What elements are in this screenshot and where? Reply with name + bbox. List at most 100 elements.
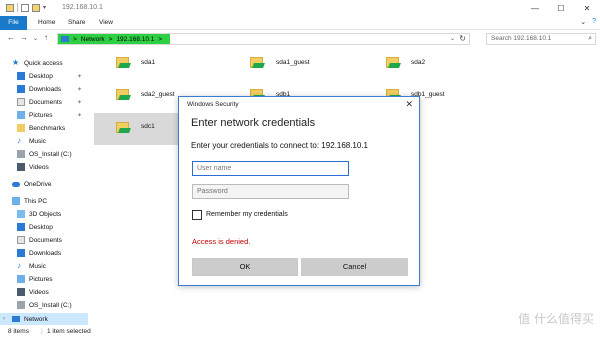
properties-icon[interactable] bbox=[21, 3, 29, 12]
expand-chevron-icon[interactable]: › bbox=[3, 316, 5, 322]
address-dropdown-icon[interactable]: ⌄ bbox=[450, 35, 455, 42]
error-message: Access is denied. bbox=[192, 237, 251, 246]
nav-this-pc[interactable]: This PC bbox=[0, 195, 88, 207]
help-icon[interactable]: ? bbox=[592, 18, 596, 26]
nav-pc-downloads[interactable]: Downloads bbox=[0, 247, 88, 259]
back-arrow-icon[interactable]: ← bbox=[7, 33, 15, 42]
username-field[interactable] bbox=[192, 161, 349, 176]
breadcrumb-host[interactable]: 192.168.10.1 bbox=[116, 36, 154, 43]
quick-access-toolbar-dropdown-icon[interactable]: ▾ bbox=[43, 4, 46, 11]
forward-arrow-icon[interactable]: → bbox=[20, 33, 28, 42]
ok-button[interactable]: OK bbox=[192, 258, 298, 276]
nav-label: Music bbox=[29, 137, 46, 145]
tab-home[interactable]: Home bbox=[38, 16, 55, 30]
folder-label[interactable]: sda2 bbox=[411, 59, 425, 66]
nav-label: Videos bbox=[29, 288, 49, 296]
shared-folder-icon[interactable] bbox=[116, 86, 132, 100]
new-folder-icon[interactable] bbox=[32, 3, 40, 12]
video-icon bbox=[17, 163, 25, 171]
tab-file[interactable]: File bbox=[0, 16, 27, 30]
tab-view[interactable]: View bbox=[99, 16, 113, 30]
nav-label: Downloads bbox=[29, 85, 62, 93]
document-icon bbox=[17, 236, 25, 244]
pin-icon[interactable]: ✦ bbox=[77, 112, 82, 119]
status-separator: | bbox=[41, 328, 43, 335]
star-icon: ★ bbox=[12, 58, 20, 67]
refresh-icon[interactable]: ↻ bbox=[459, 34, 466, 43]
nav-quick-downloads[interactable]: Downloads ✦ bbox=[0, 83, 88, 95]
nav-quick-videos[interactable]: Videos bbox=[0, 161, 88, 173]
cancel-button[interactable]: Cancel bbox=[301, 258, 408, 276]
download-icon bbox=[17, 85, 25, 93]
folder-label[interactable]: sda2_guest bbox=[141, 91, 175, 98]
nav-label: Videos bbox=[29, 163, 49, 171]
nav-label: Desktop bbox=[29, 72, 53, 80]
maximize-button[interactable]: ☐ bbox=[548, 0, 574, 16]
nav-pc-os-install[interactable]: OS_Install (C:) bbox=[0, 299, 88, 311]
recent-locations-chevron-icon[interactable]: ⌄ bbox=[33, 35, 38, 42]
navigation-pane: ★ Quick access Desktop ✦ Downloads ✦ Doc… bbox=[0, 55, 88, 325]
search-input[interactable]: Search 192.168.10.1 ⌕ bbox=[486, 33, 596, 45]
pin-icon[interactable]: ✦ bbox=[77, 99, 82, 106]
nav-quick-documents[interactable]: Documents ✦ bbox=[0, 96, 88, 108]
password-field[interactable] bbox=[192, 184, 349, 199]
window-title: 192.168.10.1 bbox=[62, 4, 103, 11]
nav-label: OS_Install (C:) bbox=[29, 301, 72, 309]
download-icon bbox=[17, 249, 25, 257]
shared-folder-icon[interactable] bbox=[116, 54, 132, 68]
breadcrumb-separator: > bbox=[73, 35, 77, 43]
tab-share[interactable]: Share bbox=[68, 16, 85, 30]
breadcrumb-separator: > bbox=[158, 35, 163, 43]
computer-icon bbox=[12, 197, 20, 205]
music-icon: ♪ bbox=[17, 136, 21, 145]
nav-quick-music[interactable]: ♪ Music bbox=[0, 135, 88, 147]
nav-quick-access[interactable]: ★ Quick access bbox=[0, 57, 88, 69]
dialog-prompt: Enter your credentials to connect to: 19… bbox=[191, 141, 369, 150]
nav-label: OneDrive bbox=[24, 180, 52, 188]
remember-credentials-checkbox[interactable] bbox=[192, 210, 202, 220]
minimize-button[interactable]: — bbox=[522, 0, 548, 16]
nav-network[interactable]: › Network bbox=[0, 313, 88, 325]
nav-quick-pictures[interactable]: Pictures ✦ bbox=[0, 109, 88, 121]
shared-folder-icon[interactable] bbox=[116, 119, 132, 133]
address-bar[interactable]: > Network > 192.168.10.1 > ⌄ ↻ bbox=[57, 33, 470, 45]
nav-pc-documents[interactable]: Documents bbox=[0, 234, 88, 246]
pin-icon[interactable]: ✦ bbox=[77, 73, 82, 80]
nav-label: Desktop bbox=[29, 223, 53, 231]
expand-ribbon-icon[interactable]: ⌄ bbox=[580, 18, 586, 26]
separator bbox=[17, 3, 18, 12]
folder-icon bbox=[17, 124, 25, 132]
dialog-close-icon[interactable]: ✕ bbox=[405, 99, 413, 110]
dialog-title: Windows Security bbox=[187, 101, 239, 108]
nav-label: 3D Objects bbox=[29, 210, 62, 218]
search-placeholder: Search 192.168.10.1 bbox=[491, 35, 552, 42]
nav-pc-desktop[interactable]: Desktop bbox=[0, 221, 88, 233]
desktop-icon bbox=[17, 72, 25, 80]
drive-icon bbox=[17, 150, 25, 158]
nav-quick-benchmarks[interactable]: Benchmarks bbox=[0, 122, 88, 134]
music-icon: ♪ bbox=[17, 261, 21, 270]
nav-onedrive[interactable]: OneDrive bbox=[0, 178, 88, 190]
pictures-icon bbox=[17, 111, 25, 119]
nav-quick-os-install[interactable]: OS_Install (C:) bbox=[0, 148, 88, 160]
nav-quick-desktop[interactable]: Desktop ✦ bbox=[0, 70, 88, 82]
address-breadcrumb[interactable]: > Network > 192.168.10.1 > bbox=[58, 34, 170, 44]
nav-pc-3d-objects[interactable]: 3D Objects bbox=[0, 208, 88, 220]
close-button[interactable]: ✕ bbox=[574, 0, 600, 16]
pin-icon[interactable]: ✦ bbox=[77, 86, 82, 93]
folder-label[interactable]: sda1 bbox=[141, 59, 155, 66]
title-bar: ▾ 192.168.10.1 — ☐ ✕ bbox=[0, 0, 600, 16]
nav-label: Network bbox=[24, 315, 48, 323]
up-arrow-icon[interactable]: ↑ bbox=[44, 33, 48, 42]
nav-pc-pictures[interactable]: Pictures bbox=[0, 273, 88, 285]
folder-label[interactable]: sda1_guest bbox=[276, 59, 310, 66]
file-explorer-window: ▾ 192.168.10.1 — ☐ ✕ File Home Share Vie… bbox=[0, 0, 600, 338]
nav-pc-music[interactable]: ♪ Music bbox=[0, 260, 88, 272]
shared-folder-icon[interactable] bbox=[386, 54, 402, 68]
breadcrumb-network[interactable]: Network bbox=[81, 36, 105, 43]
remember-credentials-label[interactable]: Remember my credentials bbox=[206, 211, 288, 218]
shared-folder-icon[interactable] bbox=[250, 54, 266, 68]
nav-pc-videos[interactable]: Videos bbox=[0, 286, 88, 298]
folder-label[interactable]: sdc1 bbox=[141, 123, 155, 130]
nav-label: Documents bbox=[29, 236, 62, 244]
